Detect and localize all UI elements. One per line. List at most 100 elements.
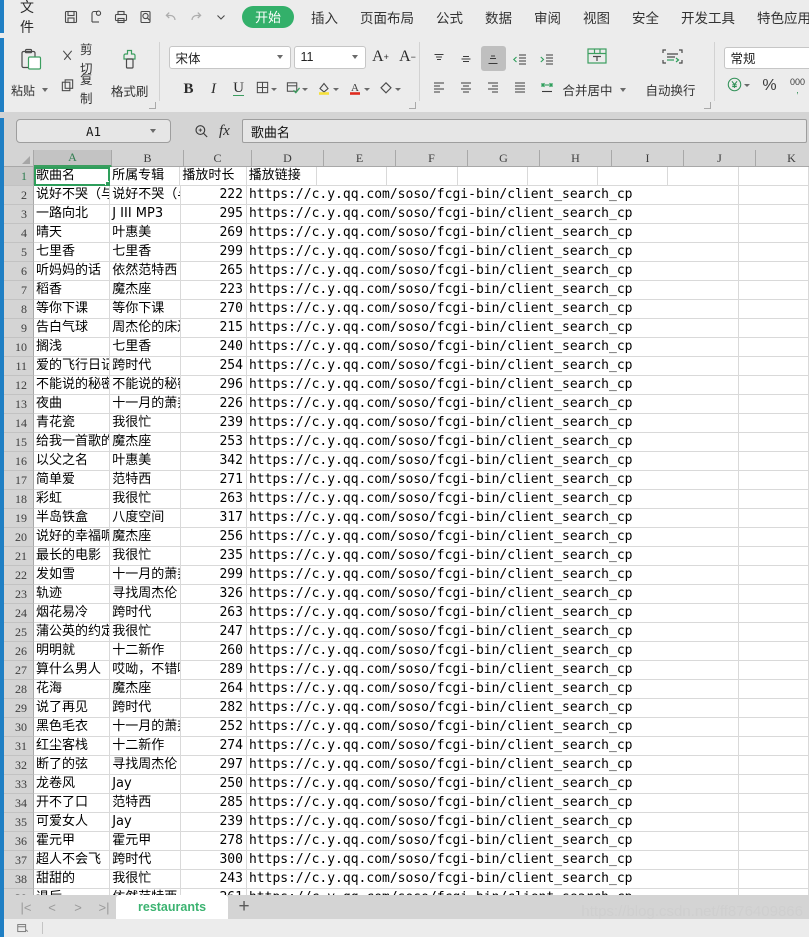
cell-A12[interactable]: 不能说的秘密 [34, 376, 111, 395]
font-color-button[interactable]: A [345, 77, 375, 101]
format-painter-button[interactable]: 格式刷 [107, 42, 153, 104]
row-header-16[interactable]: 16 [4, 452, 34, 471]
cell-J28[interactable] [668, 680, 739, 699]
cell-K28[interactable] [738, 680, 809, 699]
cell-B9[interactable]: 周杰伦的床边故事 [110, 319, 181, 338]
cell-J8[interactable] [668, 300, 739, 319]
cell-B17[interactable]: 范特西 [110, 471, 181, 490]
cell-A8[interactable]: 等你下课 [34, 300, 111, 319]
cell-A11[interactable]: 爱的飞行日记 [34, 357, 111, 376]
cell-C6[interactable]: 265 [180, 262, 247, 281]
cell-A30[interactable]: 黑色毛衣 [34, 718, 111, 737]
cell-B30[interactable]: 十一月的萧邦 [110, 718, 181, 737]
cell-C29[interactable]: 282 [180, 699, 247, 718]
cell-A4[interactable]: 晴天 [34, 224, 111, 243]
borders-button[interactable] [252, 77, 282, 101]
row-header-10[interactable]: 10 [4, 338, 34, 357]
cell-J15[interactable] [668, 433, 739, 452]
cell-D30[interactable]: https://c.y.qq.com/soso/fcgi-bin/client_… [246, 718, 669, 737]
add-sheet-button[interactable]: + [228, 895, 260, 919]
cell-D32[interactable]: https://c.y.qq.com/soso/fcgi-bin/client_… [246, 756, 669, 775]
align-left-button[interactable] [427, 74, 452, 99]
cell-D21[interactable]: https://c.y.qq.com/soso/fcgi-bin/client_… [246, 547, 669, 566]
cell-C2[interactable]: 222 [180, 186, 247, 205]
cell-A5[interactable]: 七里香 [34, 243, 111, 262]
cell-C22[interactable]: 299 [180, 566, 247, 585]
cell-J7[interactable] [668, 281, 739, 300]
cell-C1[interactable]: 播放时长 [180, 167, 247, 186]
cell-D20[interactable]: https://c.y.qq.com/soso/fcgi-bin/client_… [246, 528, 669, 547]
cell-K1[interactable] [738, 167, 809, 186]
cell-K11[interactable] [738, 357, 809, 376]
cell-C32[interactable]: 297 [180, 756, 247, 775]
row-header-24[interactable]: 24 [4, 604, 34, 623]
row-header-17[interactable]: 17 [4, 471, 34, 490]
cell-B20[interactable]: 魔杰座 [110, 528, 181, 547]
cell-B18[interactable]: 我很忙 [110, 490, 181, 509]
column-header-H[interactable]: H [540, 150, 612, 167]
sheet-tab-restaurants[interactable]: restaurants [116, 895, 229, 919]
cell-K12[interactable] [738, 376, 809, 395]
fx-label[interactable]: fx [219, 123, 230, 140]
cell-A23[interactable]: 轨迹 [34, 585, 111, 604]
row-header-23[interactable]: 23 [4, 585, 34, 604]
cell-style-button[interactable] [283, 77, 313, 101]
column-header-E[interactable]: E [324, 150, 396, 167]
row-header-5[interactable]: 5 [4, 243, 34, 262]
cell-D29[interactable]: https://c.y.qq.com/soso/fcgi-bin/client_… [246, 699, 669, 718]
cell-J1[interactable] [668, 167, 739, 186]
cell-K23[interactable] [738, 585, 809, 604]
cell-D2[interactable]: https://c.y.qq.com/soso/fcgi-bin/client_… [246, 186, 669, 205]
cell-C5[interactable]: 299 [180, 243, 247, 262]
cell-K24[interactable] [738, 604, 809, 623]
cell-J35[interactable] [668, 813, 739, 832]
select-all-corner[interactable] [4, 150, 34, 167]
cell-K20[interactable] [738, 528, 809, 547]
cell-J27[interactable] [668, 661, 739, 680]
print-preview-icon[interactable] [85, 6, 107, 28]
cell-B37[interactable]: 跨时代 [110, 851, 181, 870]
normal-view-icon[interactable] [16, 922, 30, 935]
row-header-32[interactable]: 32 [4, 756, 34, 775]
cell-K33[interactable] [738, 775, 809, 794]
cell-K38[interactable] [738, 870, 809, 889]
cell-K14[interactable] [738, 414, 809, 433]
column-header-J[interactable]: J [684, 150, 756, 167]
row-header-21[interactable]: 21 [4, 547, 34, 566]
cell-C13[interactable]: 226 [180, 395, 247, 414]
find-icon[interactable] [135, 6, 157, 28]
cell-B19[interactable]: 八度空间 [110, 509, 181, 528]
clipboard-dialog-launcher[interactable] [148, 102, 156, 109]
cell-J23[interactable] [668, 585, 739, 604]
cut-button[interactable]: 剪切 [56, 43, 105, 76]
cell-D31[interactable]: https://c.y.qq.com/soso/fcgi-bin/client_… [246, 737, 669, 756]
cell-D3[interactable]: https://c.y.qq.com/soso/fcgi-bin/client_… [246, 205, 669, 224]
cell-D1[interactable]: 播放链接 [246, 167, 318, 186]
cell-A25[interactable]: 蒲公英的约定 [34, 623, 111, 642]
cell-A29[interactable]: 说了再见 [34, 699, 111, 718]
cell-C28[interactable]: 264 [180, 680, 247, 699]
row-header-19[interactable]: 19 [4, 509, 34, 528]
cell-D8[interactable]: https://c.y.qq.com/soso/fcgi-bin/client_… [246, 300, 669, 319]
cell-C11[interactable]: 254 [180, 357, 247, 376]
cell-J33[interactable] [668, 775, 739, 794]
row-header-9[interactable]: 9 [4, 319, 34, 338]
cell-A16[interactable]: 以父之名 [34, 452, 111, 471]
row-header-36[interactable]: 36 [4, 832, 34, 851]
cell-D6[interactable]: https://c.y.qq.com/soso/fcgi-bin/client_… [246, 262, 669, 281]
cell-A32[interactable]: 断了的弦 [34, 756, 111, 775]
cell-K10[interactable] [738, 338, 809, 357]
merge-center-button[interactable]: 合并居中 [560, 42, 634, 104]
cell-D4[interactable]: https://c.y.qq.com/soso/fcgi-bin/client_… [246, 224, 669, 243]
cell-A20[interactable]: 说好的幸福呢 [34, 528, 111, 547]
next-sheet-icon[interactable]: > [66, 898, 90, 916]
cell-K15[interactable] [738, 433, 809, 452]
cell-A6[interactable]: 听妈妈的话 [34, 262, 111, 281]
cell-J2[interactable] [668, 186, 739, 205]
cell-B35[interactable]: Jay [110, 813, 181, 832]
cell-J25[interactable] [668, 623, 739, 642]
cell-K31[interactable] [738, 737, 809, 756]
tab-view[interactable]: 视图 [572, 0, 621, 33]
cell-C18[interactable]: 263 [180, 490, 247, 509]
cell-C31[interactable]: 274 [180, 737, 247, 756]
